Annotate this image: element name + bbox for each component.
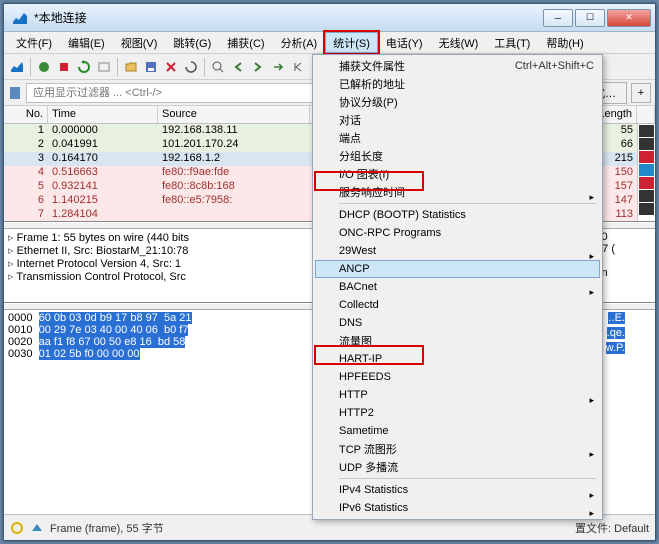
menu-item[interactable]: 端点 [315, 129, 600, 147]
menu-item[interactable]: ONC-RPC Programs [315, 224, 600, 242]
toolbar-shark-icon[interactable] [8, 58, 26, 76]
col-source[interactable]: Source [158, 106, 310, 123]
menu-item[interactable]: 分组长度 [315, 147, 600, 165]
menu-analyze[interactable]: 分析(A) [273, 32, 326, 53]
filter-add-button[interactable]: + [631, 83, 651, 103]
menu-item[interactable]: DHCP (BOOTP) Statistics [315, 206, 600, 224]
col-time[interactable]: Time [48, 106, 158, 123]
app-window: *本地连接 ─ ☐ ✕ 文件(F) 编辑(E) 视图(V) 跳转(G) 捕获(C… [3, 3, 656, 541]
menu-wireless[interactable]: 无线(W) [431, 32, 487, 53]
menubar: 文件(F) 编辑(E) 视图(V) 跳转(G) 捕获(C) 分析(A) 统计(S… [4, 32, 655, 54]
menu-tools[interactable]: 工具(T) [486, 32, 538, 53]
menu-go[interactable]: 跳转(G) [165, 32, 219, 53]
menu-item[interactable]: IPv4 Statistics [315, 481, 600, 499]
menu-item[interactable]: HPFEEDS [315, 368, 600, 386]
menu-item[interactable]: Sametime [315, 422, 600, 440]
toolbar-close-icon[interactable] [162, 58, 180, 76]
close-button[interactable]: ✕ [607, 9, 651, 27]
status-expert-icon[interactable] [30, 521, 44, 535]
menu-capture[interactable]: 捕获(C) [219, 32, 272, 53]
filter-bookmark-icon[interactable] [8, 86, 22, 100]
menu-help[interactable]: 帮助(H) [538, 32, 591, 53]
menu-item[interactable]: 29West [315, 242, 600, 260]
minimize-button[interactable]: ─ [543, 9, 573, 27]
menu-item[interactable]: Collectd [315, 296, 600, 314]
menu-item[interactable]: HART-IP [315, 350, 600, 368]
menu-file[interactable]: 文件(F) [8, 32, 60, 53]
menu-edit[interactable]: 编辑(E) [60, 32, 113, 53]
statistics-menu: 捕获文件属性Ctrl+Alt+Shift+C已解析的地址协议分级(P)对话端点分… [312, 54, 603, 520]
menu-item[interactable]: I/O 图表(I) [315, 165, 600, 183]
menu-item[interactable]: HTTP2 [315, 404, 600, 422]
maximize-button[interactable]: ☐ [575, 9, 605, 27]
menu-item[interactable]: TCP 流图形 [315, 440, 600, 458]
toolbar-prev-icon[interactable] [229, 58, 247, 76]
toolbar-start-icon[interactable] [35, 58, 53, 76]
menu-item[interactable]: 已解析的地址 [315, 75, 600, 93]
menu-item[interactable]: IPv6 Statistics [315, 499, 600, 517]
menu-item[interactable]: DNS [315, 314, 600, 332]
packet-minimap[interactable] [637, 124, 655, 221]
toolbar-open-icon[interactable] [122, 58, 140, 76]
menu-item[interactable]: 协议分级(P) [315, 93, 600, 111]
menu-telephony[interactable]: 电话(Y) [378, 32, 431, 53]
status-capture-icon [10, 521, 24, 535]
window-title: *本地连接 [34, 9, 543, 26]
menu-item[interactable]: 流量图 [315, 332, 600, 350]
menu-item[interactable]: UDP 多播流 [315, 458, 600, 476]
col-no[interactable]: No. [4, 106, 48, 123]
toolbar-options-icon[interactable] [95, 58, 113, 76]
toolbar-reload-icon[interactable] [182, 58, 200, 76]
menu-item[interactable]: BACnet [315, 278, 600, 296]
menu-item[interactable]: 对话 [315, 111, 600, 129]
menu-statistics[interactable]: 统计(S) [325, 32, 378, 53]
menu-item[interactable]: 服务响应时间 [315, 183, 600, 201]
titlebar: *本地连接 ─ ☐ ✕ [4, 4, 655, 32]
menu-view[interactable]: 视图(V) [113, 32, 166, 53]
status-left: Frame (frame), 55 字节 [50, 520, 164, 536]
toolbar-first-icon[interactable] [289, 58, 307, 76]
toolbar-stop-icon[interactable] [55, 58, 73, 76]
menu-item[interactable]: 捕获文件属性Ctrl+Alt+Shift+C [315, 57, 600, 75]
toolbar-next-icon[interactable] [249, 58, 267, 76]
toolbar-find-icon[interactable] [209, 58, 227, 76]
menu-item[interactable]: ANCP [315, 260, 600, 278]
toolbar-goto-icon[interactable] [269, 58, 287, 76]
window-buttons: ─ ☐ ✕ [543, 9, 651, 27]
status-right: 置文件: Default [575, 520, 649, 536]
app-icon [12, 10, 28, 26]
menu-item[interactable]: HTTP [315, 386, 600, 404]
toolbar-save-icon[interactable] [142, 58, 160, 76]
toolbar-restart-icon[interactable] [75, 58, 93, 76]
